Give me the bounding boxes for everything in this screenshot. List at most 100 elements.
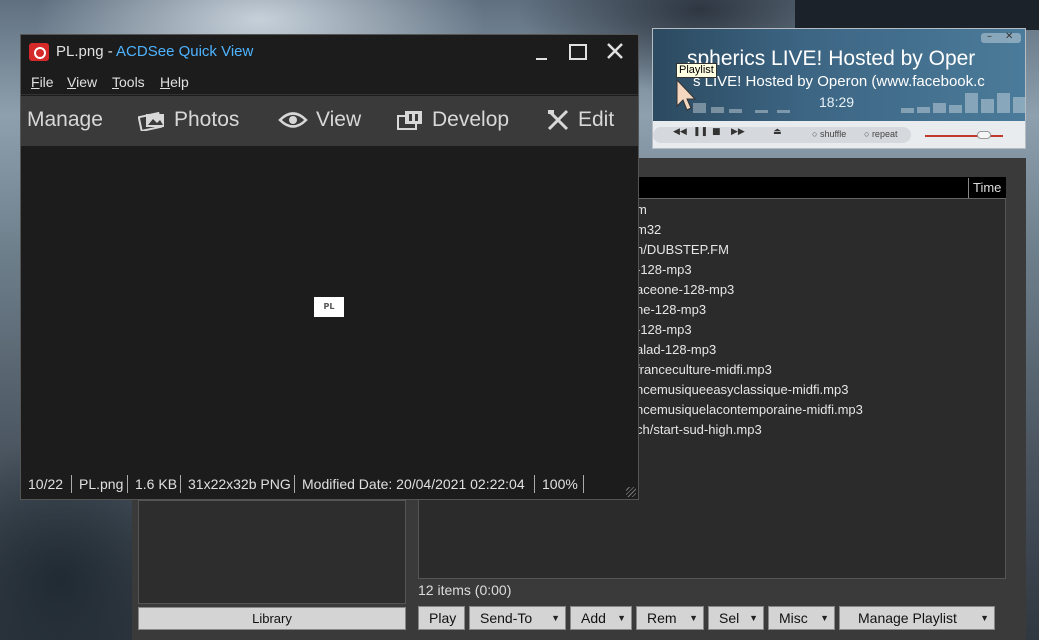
send-to-button[interactable]: Send-To ▼ (469, 606, 566, 630)
mouse-cursor-icon (676, 78, 697, 111)
dropdown-arrow-icon: ▼ (617, 613, 626, 623)
list-item[interactable]: ncemusiquelacontemporaine-midfi.mp3 (636, 400, 863, 420)
minimize-icon[interactable]: – (987, 31, 992, 42)
status-separator (180, 475, 181, 493)
resize-grip-icon[interactable] (626, 487, 636, 497)
elapsed-time: 18:29 (819, 94, 855, 110)
title-app: ACDSee Quick View (116, 43, 254, 60)
mode-develop[interactable]: Develop (396, 108, 509, 132)
shuffle-toggle[interactable]: ○ shuffle (812, 129, 846, 139)
desktop-background-dark (795, 0, 1039, 30)
menu-help-mnemonic: H (160, 74, 171, 90)
mode-photos[interactable]: Photos (138, 108, 239, 132)
volume-slider[interactable] (925, 135, 1003, 137)
image-viewer[interactable]: PL (21, 146, 638, 470)
list-item[interactable]: aceone-128-mp3 (636, 280, 863, 300)
menu-file-mnemonic: F (31, 74, 40, 90)
list-item[interactable]: -128-mp3 (636, 320, 863, 340)
develop-icon (397, 111, 422, 131)
maximize-button[interactable] (561, 39, 595, 65)
mode-manage[interactable]: Manage (27, 108, 103, 132)
mode-manage-label: Manage (27, 108, 103, 131)
minimize-icon (536, 58, 547, 60)
pause-icon[interactable]: ❚❚ (693, 127, 708, 137)
status-zoom: 100% (542, 476, 578, 492)
mode-develop-label: Develop (432, 108, 510, 131)
close-icon[interactable]: ✕ (1005, 31, 1013, 42)
playlist-items: m m32 n/DUBSTEP.FM -128-mp3 aceone-128-m… (636, 200, 863, 440)
send-to-label: Send-To (480, 610, 533, 626)
close-button[interactable] (598, 39, 632, 65)
dropdown-arrow-icon: ▼ (980, 613, 989, 623)
add-button[interactable]: Add ▼ (570, 606, 632, 630)
mode-view-label: View (316, 108, 362, 131)
now-playing-title: spherics LIVE! Hosted by Oper (687, 47, 976, 70)
volume-knob[interactable] (977, 131, 991, 139)
title-file: PL.png - (56, 43, 117, 60)
misc-button[interactable]: Misc ▼ (768, 606, 835, 630)
mode-photos-label: Photos (174, 108, 240, 131)
playlist-status: 12 items (0:00) (418, 582, 512, 598)
manage-playlist-label: Manage Playlist (858, 610, 957, 626)
manage-playlist-button[interactable]: Manage Playlist ▼ (839, 606, 995, 630)
misc-label: Misc (779, 610, 808, 626)
repeat-toggle[interactable]: ○ repeat (864, 129, 897, 139)
player-window-buttons[interactable]: – ✕ (981, 31, 1021, 43)
mode-bar: Manage Photos View Develop Edit (21, 96, 638, 146)
status-separator (127, 475, 128, 493)
status-filename: PL.png (79, 476, 124, 492)
library-panel[interactable] (138, 500, 406, 604)
add-label: Add (581, 610, 606, 626)
eject-icon[interactable]: ⏏ (773, 127, 782, 137)
list-item[interactable]: m (636, 200, 863, 220)
minimize-button[interactable] (524, 39, 558, 65)
visualizer (693, 89, 1025, 113)
status-separator (294, 475, 295, 493)
next-icon[interactable]: ▶▶ (731, 127, 745, 137)
status-separator (71, 475, 72, 493)
sel-label: Sel (719, 610, 740, 626)
mode-edit[interactable]: Edit (546, 108, 614, 132)
menu-tools-mnemonic: T (112, 74, 119, 90)
list-item[interactable]: n/DUBSTEP.FM (636, 240, 863, 260)
title-bar[interactable]: PL.png - ACDSee Quick View (21, 35, 638, 69)
list-item[interactable]: ne-128-mp3 (636, 300, 863, 320)
menu-bar: File View Tools Help (21, 69, 638, 95)
menu-view-label: iew (76, 74, 98, 90)
list-item[interactable]: alad-128-mp3 (636, 340, 863, 360)
menu-tools[interactable]: Tools (112, 74, 145, 90)
library-button[interactable]: Library (138, 607, 406, 630)
sel-button[interactable]: Sel ▼ (708, 606, 764, 630)
close-icon (607, 43, 623, 59)
mode-view[interactable]: View (278, 108, 361, 132)
list-item[interactable]: -128-mp3 (636, 260, 863, 280)
acdsee-logo-icon (29, 43, 49, 61)
menu-view[interactable]: View (67, 74, 97, 90)
rem-button[interactable]: Rem ▼ (636, 606, 704, 630)
menu-view-mnemonic: V (67, 74, 77, 90)
media-player: spherics LIVE! Hosted by Oper s LIVE! Ho… (652, 28, 1026, 149)
list-item[interactable]: ch/start-sud-high.mp3 (636, 420, 863, 440)
status-index: 10/22 (28, 476, 64, 492)
play-button[interactable]: Play (418, 606, 465, 630)
list-item[interactable]: ncemusiqueeasyclassique-midfi.mp3 (636, 380, 863, 400)
player-controls: ◀◀ ❚❚ ■ ▶▶ ⏏ ○ shuffle ○ repeat (653, 121, 1025, 149)
time-column-header[interactable]: Time (968, 178, 1004, 198)
mode-edit-label: Edit (578, 108, 615, 131)
list-item[interactable]: franceculture-midfi.mp3 (636, 360, 863, 380)
previous-icon[interactable]: ◀◀ (673, 127, 687, 137)
dropdown-arrow-icon: ▼ (749, 613, 758, 623)
menu-help[interactable]: Help (160, 74, 189, 90)
menu-file-label: ile (39, 74, 54, 90)
status-bar: 10/22 PL.png 1.6 KB 31x22x32b PNG Modifi… (21, 470, 638, 499)
maximize-icon (569, 44, 587, 60)
menu-file[interactable]: File (31, 74, 54, 90)
dropdown-arrow-icon: ▼ (551, 613, 560, 623)
list-item[interactable]: m32 (636, 220, 863, 240)
rem-label: Rem (647, 610, 677, 626)
dropdown-arrow-icon: ▼ (820, 613, 829, 623)
eye-icon (278, 112, 308, 129)
window-title: PL.png - ACDSee Quick View (56, 43, 253, 60)
photos-icon (138, 112, 164, 132)
stop-icon[interactable]: ■ (712, 127, 721, 137)
